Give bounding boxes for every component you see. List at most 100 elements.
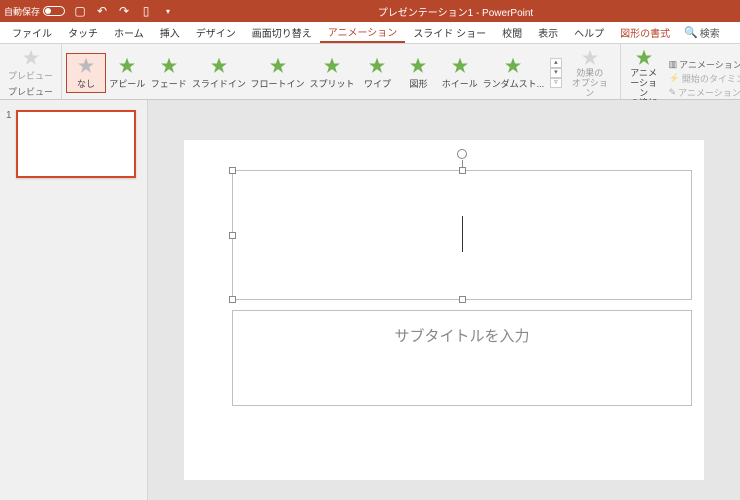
- anim-label: ランダムスト...: [483, 77, 545, 90]
- painter-label: アニメーションのコピー/貼り付け: [678, 86, 740, 99]
- tab-view[interactable]: 表示: [530, 22, 566, 43]
- tab-touch[interactable]: タッチ: [60, 22, 106, 43]
- slide[interactable]: サブタイトルを入力: [184, 140, 704, 480]
- star-icon: [21, 48, 41, 68]
- search-label: 検索: [700, 25, 720, 40]
- star-icon: [76, 56, 96, 76]
- anim-fade[interactable]: フェード: [149, 54, 189, 92]
- ribbon: プレビュー プレビュー なし アピール フェード スライドイン フロートイン ス…: [0, 44, 740, 100]
- star-icon: [117, 56, 137, 76]
- painter-icon: ✎: [669, 87, 677, 98]
- tab-design[interactable]: デザイン: [188, 22, 244, 43]
- animation-gallery[interactable]: なし アピール フェード スライドイン フロートイン スプリット ワイプ 図形 …: [66, 53, 546, 93]
- star-plus-icon: [634, 48, 654, 68]
- anim-label: なし: [77, 77, 95, 90]
- subtitle-placeholder: サブタイトルを入力: [233, 325, 691, 346]
- preview-label: プレビュー: [8, 69, 53, 82]
- anim-label: アピール: [109, 77, 145, 90]
- anim-label: スライドイン: [192, 77, 246, 90]
- anim-appear[interactable]: アピール: [107, 54, 147, 92]
- tab-insert[interactable]: 挿入: [152, 22, 188, 43]
- star-icon: [580, 48, 600, 68]
- tab-transitions[interactable]: 画面切り替え: [244, 22, 320, 43]
- group-preview: プレビュー プレビュー: [0, 44, 62, 99]
- rotate-handle[interactable]: [457, 149, 467, 159]
- undo-icon[interactable]: ↶: [95, 4, 109, 18]
- resize-handle[interactable]: [229, 296, 236, 303]
- toggle-switch[interactable]: [43, 6, 65, 16]
- slide-panel[interactable]: 1: [0, 100, 148, 500]
- start-slideshow-icon[interactable]: ▯: [139, 4, 153, 18]
- advanced-side: ▥アニメーション ウィンドウ ⚡開始のタイミング ✎アニメーションのコピー/貼り…: [665, 56, 740, 101]
- tab-help[interactable]: ヘルプ: [566, 22, 612, 43]
- tell-me-search[interactable]: 🔍 検索: [684, 22, 720, 43]
- tab-animations[interactable]: アニメーション: [320, 22, 406, 43]
- slide-number: 1: [6, 110, 12, 178]
- star-icon: [367, 56, 387, 76]
- star-icon: [408, 56, 428, 76]
- preview-button[interactable]: プレビュー: [4, 46, 57, 84]
- star-icon: [322, 56, 342, 76]
- search-icon: 🔍: [684, 26, 698, 39]
- pane-label: アニメーション ウィンドウ: [679, 58, 740, 71]
- anim-floatin[interactable]: フロートイン: [249, 54, 307, 92]
- save-icon[interactable]: ▢: [73, 4, 87, 18]
- anim-label: ワイプ: [364, 77, 391, 90]
- group-preview-label: プレビュー: [4, 84, 57, 99]
- tab-slideshow[interactable]: スライド ショー: [405, 22, 494, 43]
- slide-thumbnail-1[interactable]: 1: [6, 110, 141, 178]
- star-icon: [209, 56, 229, 76]
- anim-label: フロートイン: [251, 77, 305, 90]
- slide-canvas[interactable]: サブタイトルを入力: [148, 100, 740, 500]
- animation-pane-button[interactable]: ▥アニメーション ウィンドウ: [669, 58, 740, 71]
- star-icon: [268, 56, 288, 76]
- anim-wipe[interactable]: ワイプ: [357, 54, 397, 92]
- scroll-down-icon[interactable]: ▾: [550, 68, 562, 78]
- gallery-scroll: ▴ ▾ ▿: [550, 58, 562, 88]
- group-advanced: アニメーション の追加 ▥アニメーション ウィンドウ ⚡開始のタイミング ✎アニ…: [621, 44, 740, 99]
- animation-painter-button[interactable]: ✎アニメーションのコピー/貼り付け: [669, 86, 740, 99]
- document-title: プレゼンテーション1 - PowerPoint: [175, 4, 736, 19]
- trigger-icon: ⚡: [669, 73, 680, 84]
- resize-handle[interactable]: [459, 167, 466, 174]
- effect-options-button[interactable]: 効果の オプション: [564, 46, 616, 101]
- redo-icon[interactable]: ↷: [117, 4, 131, 18]
- resize-handle[interactable]: [229, 232, 236, 239]
- main-area: 1 サブタイトルを入力: [0, 100, 740, 500]
- gallery-expand-icon[interactable]: ▿: [550, 78, 562, 88]
- title-textbox[interactable]: [232, 170, 692, 300]
- tab-review[interactable]: 校閲: [494, 22, 530, 43]
- text-cursor: [462, 216, 463, 252]
- ribbon-tabs: ファイル タッチ ホーム 挿入 デザイン 画面切り替え アニメーション スライド…: [0, 22, 740, 44]
- anim-wheel[interactable]: ホイール: [439, 54, 479, 92]
- anim-shape[interactable]: 図形: [398, 54, 438, 92]
- anim-label: ホイール: [442, 77, 478, 90]
- star-icon: [503, 56, 523, 76]
- group-animations: なし アピール フェード スライドイン フロートイン スプリット ワイプ 図形 …: [62, 44, 621, 99]
- thumbnail-image[interactable]: [16, 110, 136, 178]
- anim-none[interactable]: なし: [66, 53, 106, 93]
- anim-slidein[interactable]: スライドイン: [190, 54, 248, 92]
- anim-label: 図形: [409, 77, 427, 90]
- autosave-label: 自動保存: [4, 5, 40, 18]
- star-icon: [159, 56, 179, 76]
- trigger-button[interactable]: ⚡開始のタイミング: [669, 72, 740, 85]
- autosave-toggle[interactable]: 自動保存: [4, 5, 65, 18]
- trigger-label: 開始のタイミング: [682, 72, 740, 85]
- title-bar: 自動保存 ▢ ↶ ↷ ▯ ▾ プレゼンテーション1 - PowerPoint: [0, 0, 740, 22]
- anim-label: スプリット: [309, 77, 354, 90]
- subtitle-textbox[interactable]: サブタイトルを入力: [232, 310, 692, 406]
- anim-split[interactable]: スプリット: [307, 54, 356, 92]
- tab-shape-format[interactable]: 図形の書式: [612, 22, 678, 43]
- qat-dropdown-icon[interactable]: ▾: [161, 4, 175, 18]
- star-icon: [450, 56, 470, 76]
- anim-random[interactable]: ランダムスト...: [481, 54, 546, 92]
- resize-handle[interactable]: [459, 296, 466, 303]
- tab-home[interactable]: ホーム: [106, 22, 152, 43]
- quick-access-toolbar: ▢ ↶ ↷ ▯ ▾: [73, 4, 175, 18]
- pane-icon: ▥: [669, 59, 678, 70]
- anim-label: フェード: [151, 77, 187, 90]
- scroll-up-icon[interactable]: ▴: [550, 58, 562, 68]
- resize-handle[interactable]: [229, 167, 236, 174]
- tab-file[interactable]: ファイル: [4, 22, 60, 43]
